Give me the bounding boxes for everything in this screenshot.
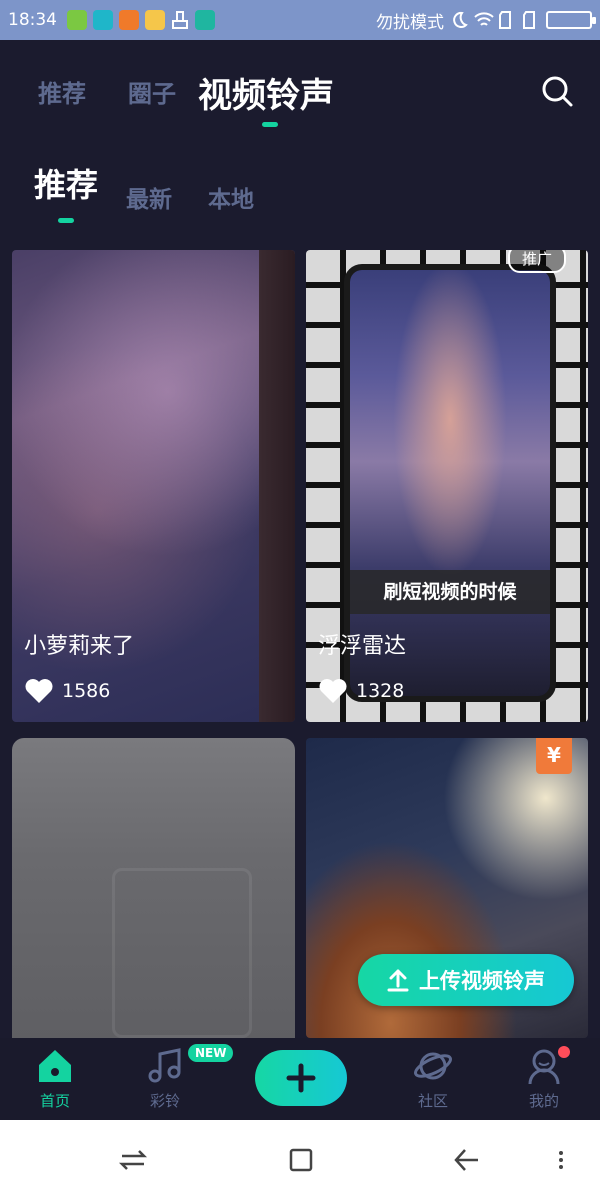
tab-home-label: 首页 <box>39 1092 70 1110</box>
top-tab-recommend[interactable]: 推荐 <box>38 74 86 109</box>
top-tab-circle[interactable]: 圈子 <box>128 74 176 109</box>
search-icon[interactable] <box>540 74 574 108</box>
notification-sync-icon <box>93 10 113 30</box>
sub-tab-indicator <box>58 218 74 223</box>
dnd-label: 勿扰模式 <box>376 12 444 33</box>
sub-navigation: 推荐 最新 本地 <box>0 140 600 230</box>
video-card[interactable]: 小萝莉来了 1586 <box>12 250 295 722</box>
sub-tab-local[interactable]: 本地 <box>208 180 254 214</box>
moon-icon <box>450 11 468 29</box>
tab-ringtone-label: 彩铃 <box>149 1092 180 1110</box>
video-caption: 刷短视频的时候 <box>350 570 550 614</box>
tab-profile[interactable]: 我的 <box>499 1046 589 1111</box>
heart-icon <box>25 679 53 703</box>
promo-badge: 推广 <box>507 250 566 273</box>
card-image-edge <box>259 250 295 722</box>
paid-badge: ¥ <box>536 738 572 774</box>
like-count: 1586 <box>62 680 111 702</box>
home-icon <box>39 1050 71 1082</box>
video-card[interactable] <box>12 738 295 1038</box>
system-navigation-bar <box>0 1120 600 1200</box>
card-likes: 1586 <box>24 678 110 704</box>
tab-community[interactable]: 社区 <box>388 1046 478 1111</box>
planet-icon <box>414 1052 452 1080</box>
warning-icon <box>119 10 139 30</box>
top-navigation: 推荐 圈子 视频铃声 <box>0 40 600 138</box>
back-icon[interactable] <box>452 1146 482 1174</box>
notification-dot <box>558 1046 570 1058</box>
folder-icon <box>145 10 165 30</box>
music-note-icon <box>148 1048 181 1083</box>
home-square-icon[interactable] <box>286 1146 316 1174</box>
new-badge: NEW <box>188 1044 234 1062</box>
tab-profile-label: 我的 <box>528 1092 559 1110</box>
notification-app-icon <box>67 10 87 30</box>
usb-icon <box>195 10 215 30</box>
card-title: 浮浮雷达 <box>318 634 407 659</box>
status-bar: 18:34 勿扰模式 <box>0 0 600 40</box>
card-placeholder-image <box>112 868 252 1038</box>
brush-icon <box>171 11 189 29</box>
plus-icon <box>286 1063 316 1093</box>
card-title: 小萝莉来了 <box>24 634 135 659</box>
sub-tab-recommend[interactable]: 推荐 <box>34 160 98 206</box>
like-count: 1328 <box>356 680 405 702</box>
battery-icon <box>546 11 596 29</box>
tab-community-label: 社区 <box>417 1092 448 1110</box>
upload-icon <box>387 969 409 992</box>
tab-home[interactable]: 首页 <box>10 1046 100 1111</box>
more-menu-icon[interactable] <box>556 1146 586 1174</box>
create-button[interactable] <box>255 1050 347 1106</box>
top-tab-video-ringtone[interactable]: 视频铃声 <box>198 68 334 117</box>
upload-video-ringtone-button[interactable]: 上传视频铃声 <box>358 954 574 1006</box>
heart-icon <box>319 679 347 703</box>
sub-tab-latest[interactable]: 最新 <box>126 180 172 214</box>
wifi-icon <box>474 11 494 29</box>
switch-apps-icon[interactable] <box>118 1146 148 1174</box>
top-tab-indicator <box>262 122 278 127</box>
bottom-tab-bar: 首页 彩铃 NEW 社区 我的 <box>0 1038 600 1120</box>
video-card[interactable]: 刷短视频的时候 推广 浮浮雷达 1328 <box>306 250 588 722</box>
sim-signal-icon <box>498 11 516 29</box>
sim-signal-2-icon <box>522 11 540 29</box>
status-time: 18:34 <box>8 10 57 30</box>
upload-button-label: 上传视频铃声 <box>419 969 545 993</box>
card-likes: 1328 <box>318 678 404 704</box>
